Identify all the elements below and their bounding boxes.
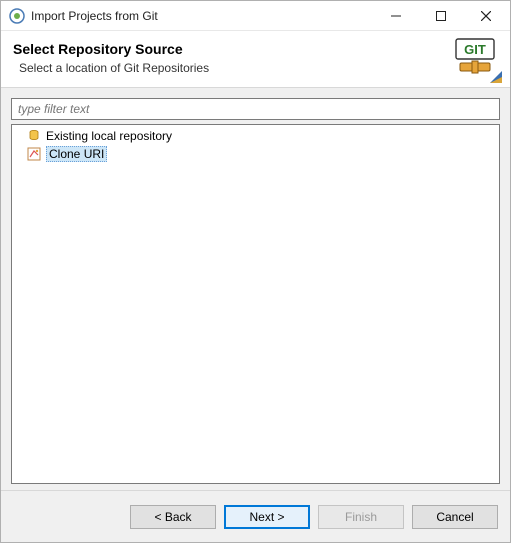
list-item-label: Existing local repository [46,129,172,143]
maximize-button[interactable] [418,2,463,30]
repository-icon [26,128,42,144]
wizard-header: Select Repository Source Select a locati… [1,31,510,88]
back-button[interactable]: < Back [130,505,216,529]
titlebar: Import Projects from Git [1,1,510,31]
page-subtitle: Select a location of Git Repositories [19,61,498,75]
list-item-clone-uri[interactable]: Clone URI [12,145,499,163]
svg-text:GIT: GIT [464,42,486,57]
content-area: Existing local repository Clone URI [1,88,510,490]
finish-button: Finish [318,505,404,529]
list-item-label: Clone URI [46,146,107,162]
minimize-button[interactable] [373,2,418,30]
git-banner-icon: GIT [438,37,502,83]
app-icon [9,8,25,24]
dialog-window: Import Projects from Git Select Reposito… [0,0,511,543]
clone-uri-icon [26,146,42,162]
button-bar: < Back Next > Finish Cancel [1,490,510,542]
window-title: Import Projects from Git [31,9,373,23]
cancel-button[interactable]: Cancel [412,505,498,529]
filter-input[interactable] [11,98,500,120]
next-button[interactable]: Next > [224,505,310,529]
source-list[interactable]: Existing local repository Clone URI [11,124,500,484]
close-button[interactable] [463,2,508,30]
list-item-existing-local-repository[interactable]: Existing local repository [12,127,499,145]
page-title: Select Repository Source [13,41,498,57]
